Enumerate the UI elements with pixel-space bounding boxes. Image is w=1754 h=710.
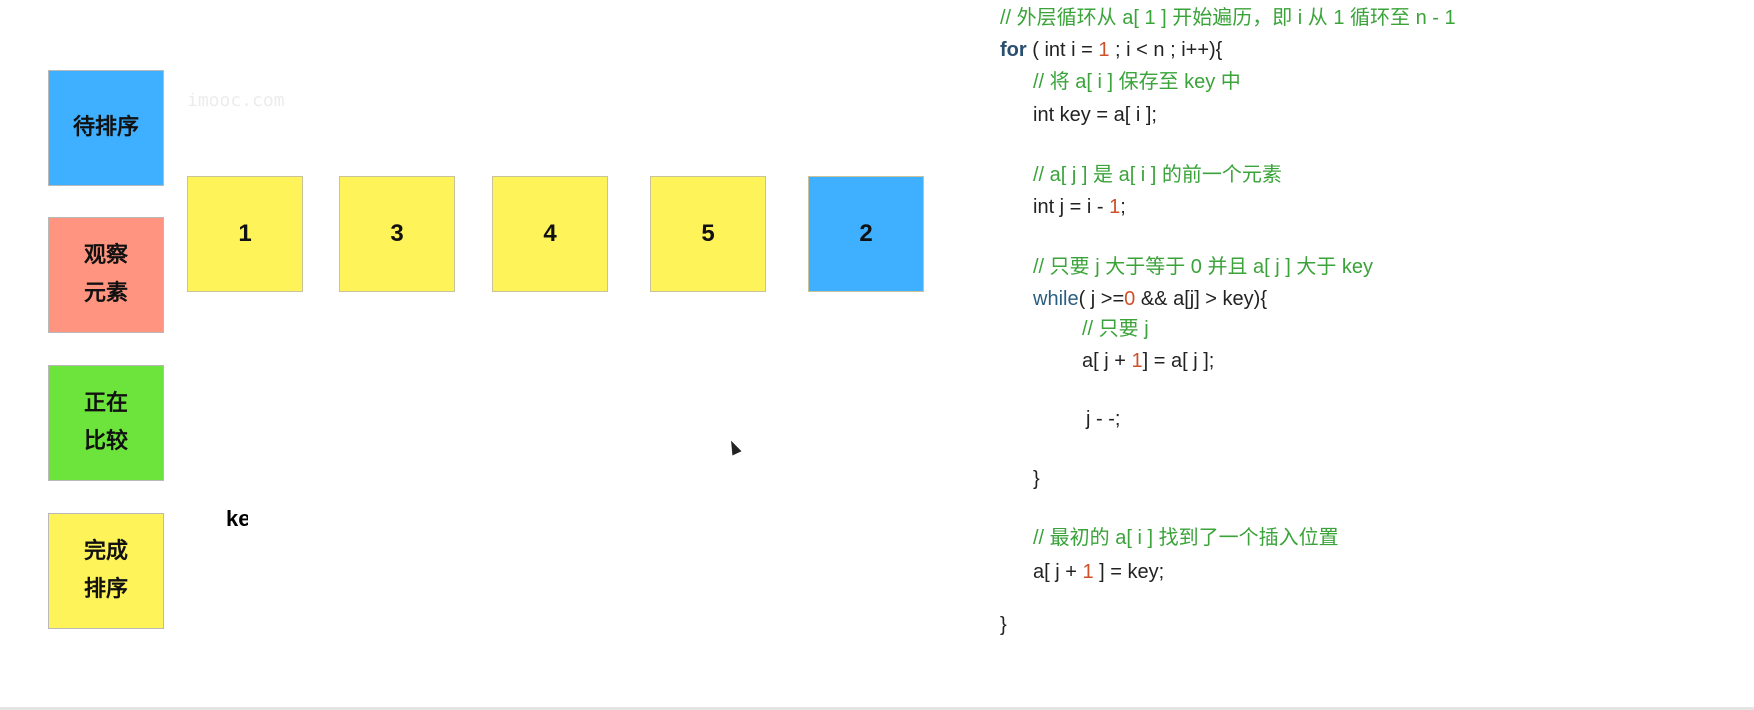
array-element: 5 <box>650 176 766 292</box>
code-line: j - -; <box>1086 408 1121 430</box>
array-element: 4 <box>492 176 608 292</box>
array-element: 1 <box>187 176 303 292</box>
code-line: int key = a[ i ]; <box>1033 104 1157 126</box>
legend-label: 待排序 <box>72 115 139 140</box>
code-line: a[ j + 1] = a[ j ]; <box>1082 350 1215 372</box>
legend-sorted: 完成 排序 <box>48 513 164 629</box>
array-element: 3 <box>339 176 455 292</box>
code-line: while( j >=0 && a[j] > key){ <box>1033 288 1268 310</box>
code-comment: // a[ j ] 是 a[ i ] 的前一个元素 <box>1033 164 1282 186</box>
legend-label: 观察 元素 <box>83 243 128 306</box>
code-line: } <box>1033 468 1040 490</box>
code-comment: // 只要 j <box>1082 318 1149 340</box>
code-comment: // 外层循环从 a[ 1 ] 开始遍历，即 i 从 1 循环至 n - 1 <box>1000 7 1456 29</box>
code-line: int j = i - 1; <box>1033 196 1126 218</box>
code-line: } <box>1000 614 1007 636</box>
code-comment: // 最初的 a[ i ] 找到了一个插入位置 <box>1033 527 1339 549</box>
code-comment: // 将 a[ i ] 保存至 key 中 <box>1033 71 1241 93</box>
key-label: key <box>226 506 248 531</box>
mouse-cursor-icon <box>726 438 742 456</box>
legend-unsorted: 待排序 <box>48 70 164 186</box>
legend-observing: 观察 元素 <box>48 217 164 333</box>
legend-comparing: 正在 比较 <box>48 365 164 481</box>
legend-label: 完成 排序 <box>83 539 128 602</box>
legend-label: 正在 比较 <box>83 391 128 454</box>
code-line: for ( int i = 1 ; i < n ; i++){ <box>1000 39 1223 61</box>
code-comment: // 只要 j 大于等于 0 并且 a[ j ] 大于 key <box>1033 256 1374 278</box>
array-element: 2 <box>808 176 924 292</box>
code-line: a[ j + 1 ] = key; <box>1033 561 1165 583</box>
watermark: imooc.com <box>187 90 285 111</box>
